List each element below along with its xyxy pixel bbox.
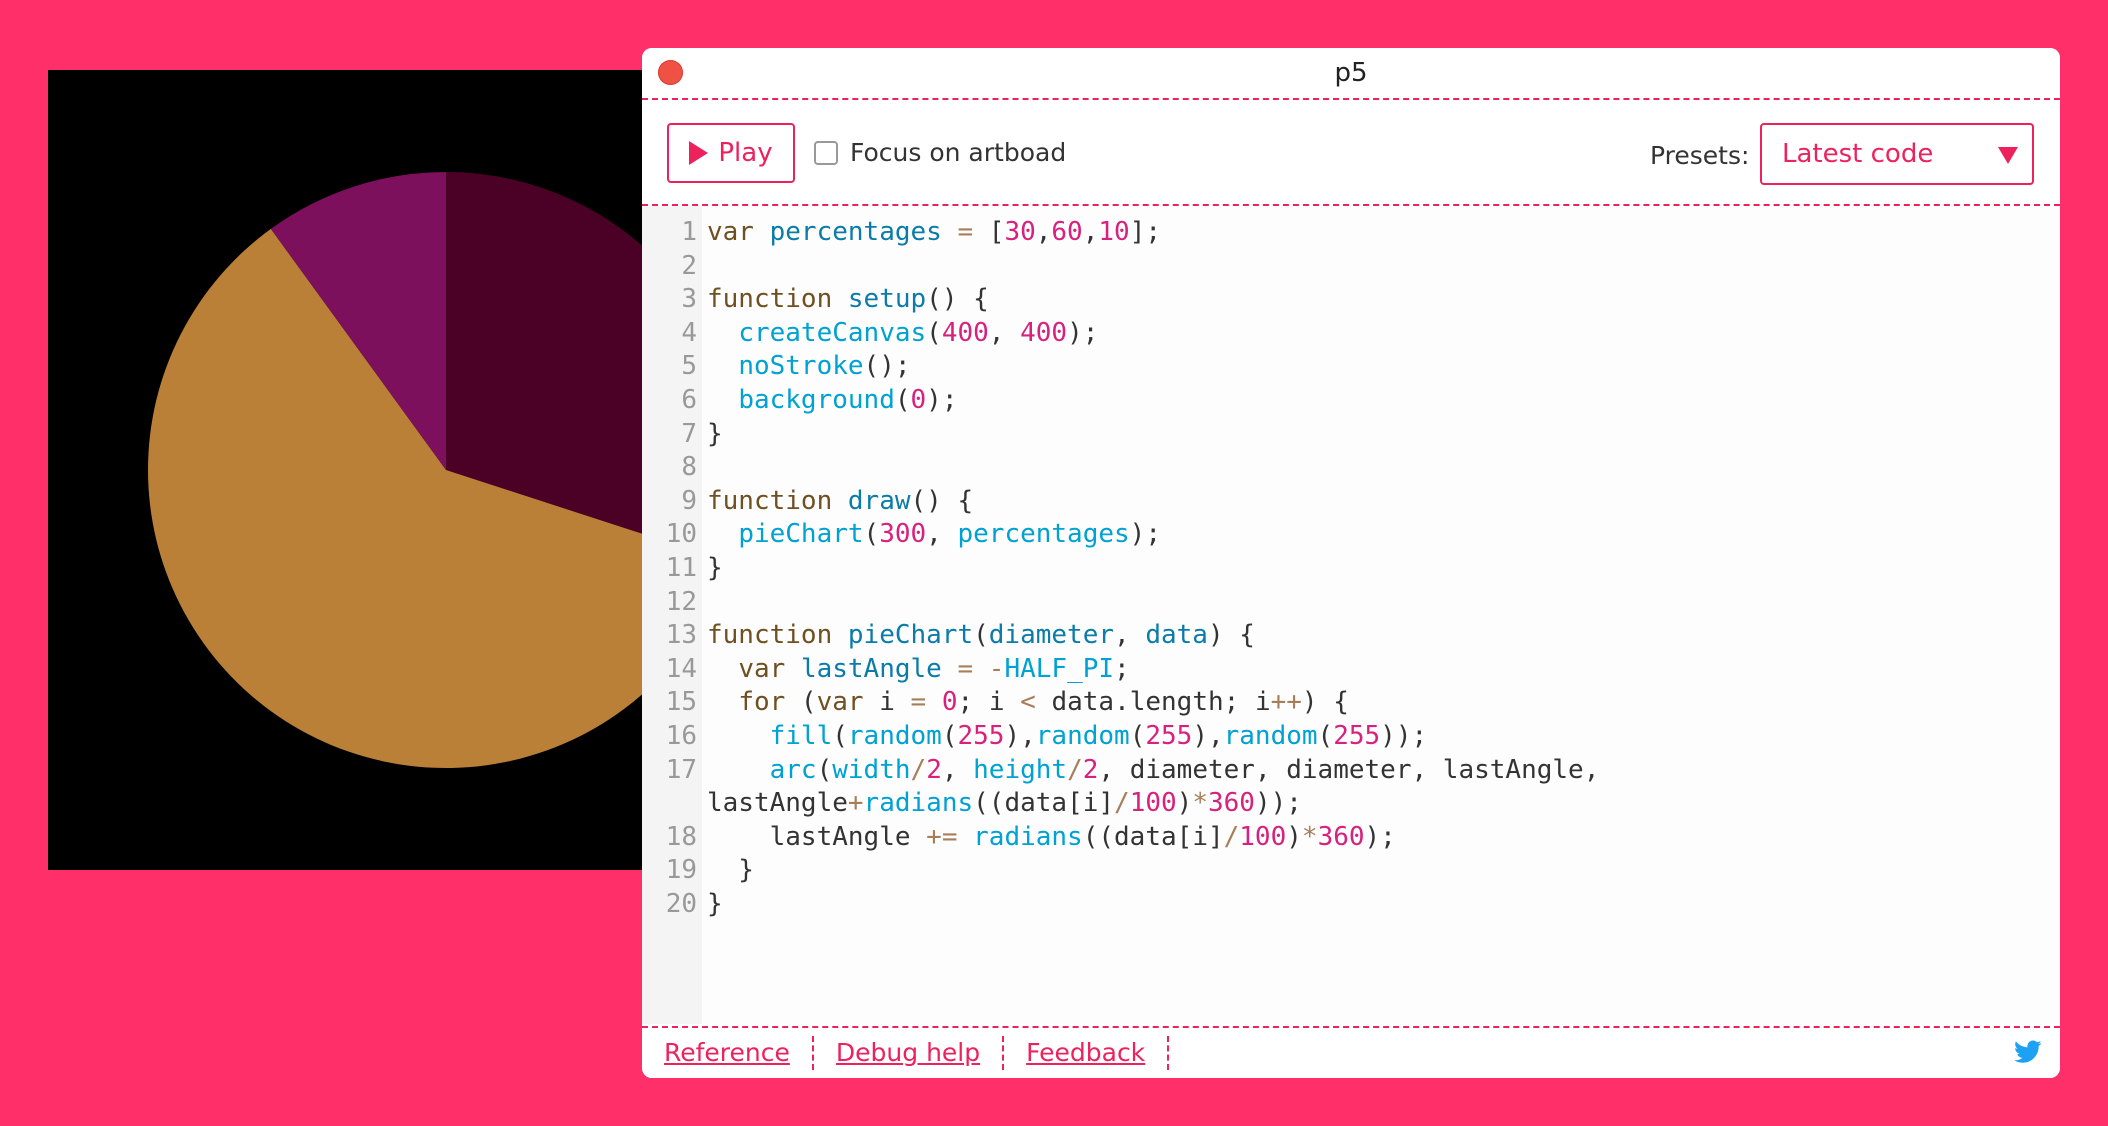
twitter-icon[interactable] (2014, 1040, 2042, 1064)
focus-label: Focus on artboad (850, 138, 1067, 167)
presets-select[interactable]: Latest code (1760, 123, 2034, 185)
play-label: Play (718, 138, 773, 168)
code-text: } (707, 418, 723, 449)
code-line[interactable]: 14 var lastAngle = -HALF_PI; (642, 653, 2060, 687)
code-text: function draw() { (707, 485, 974, 516)
code-line[interactable]: 19 } (642, 854, 2060, 888)
code-line[interactable]: 4 createCanvas(400, 400); (642, 317, 2060, 351)
play-icon (689, 141, 709, 165)
code-line[interactable]: 5 noStroke(); (642, 350, 2060, 384)
code-text: createCanvas(400, 400); (738, 317, 1099, 348)
code-line[interactable]: 15 for (var i = 0; i < data.length; i++)… (642, 686, 2060, 720)
line-number: 17 (665, 754, 697, 785)
code-line[interactable]: 9 function draw() { (642, 485, 2060, 519)
code-text: pieChart(300, percentages); (738, 519, 1161, 550)
code-editor[interactable]: 1 var percentages = [30,60,10]; 2 3 function… (642, 206, 2060, 1024)
footer: Reference Debug help Feedback (642, 1026, 2060, 1078)
code-text: fill(random(255),random(255),random(255)… (769, 720, 1428, 751)
code-text: noStroke(); (738, 351, 911, 382)
line-number: 18 (665, 821, 697, 852)
code-line[interactable]: 6 background(0); (642, 384, 2060, 418)
line-number: 13 (665, 620, 697, 651)
presets-value: Latest code (1782, 139, 1934, 169)
chevron-down-icon (1998, 147, 2018, 164)
code-line[interactable]: 18 lastAngle += radians((data[i]/100)*36… (642, 821, 2060, 855)
code-area[interactable]: 1 var percentages = [30,60,10]; 2 3 function… (642, 216, 2060, 921)
line-number: 15 (665, 687, 697, 718)
code-text: lastAngle+radians((data[i]/100)*360)); (707, 788, 1302, 819)
focus-checkbox[interactable] (814, 140, 838, 165)
line-number: 11 (665, 552, 697, 583)
code-text: function pieChart(diameter, data) { (707, 620, 1255, 651)
pie-chart (148, 172, 648, 768)
code-line[interactable]: 11} (642, 552, 2060, 586)
code-text: var percentages = [30,60,10]; (707, 217, 1161, 247)
line-number: 14 (665, 653, 697, 684)
line-number: 12 (665, 586, 697, 617)
line-number: 4 (681, 317, 697, 348)
code-text: lastAngle += radians((data[i]/100)*360); (769, 821, 1396, 852)
line-number: 19 (665, 855, 697, 886)
code-line[interactable]: 3 function setup() { (642, 283, 2060, 317)
code-line[interactable]: 8 (642, 451, 2060, 485)
focus-toggle[interactable]: Focus on artboad (814, 138, 1066, 167)
footer-link-debug-help[interactable]: Debug help (814, 1036, 1005, 1070)
line-number: 3 (681, 284, 697, 315)
line-number: 6 (681, 384, 697, 415)
line-number: 10 (665, 519, 697, 550)
artboard-canvas (48, 70, 648, 870)
code-text: background(0); (738, 384, 958, 415)
line-number: 5 (681, 351, 697, 382)
code-text: } (707, 855, 754, 886)
line-number: 7 (681, 418, 697, 449)
code-line[interactable]: 7} (642, 418, 2060, 452)
code-line[interactable]: 10 pieChart(300, percentages); (642, 518, 2060, 552)
code-line[interactable]: 16 fill(random(255),random(255),random(2… (642, 720, 2060, 754)
toolbar: Play Focus on artboad Presets: Latest co… (642, 100, 2060, 206)
code-text: } (707, 552, 723, 583)
code-line[interactable]: 2 (642, 250, 2060, 284)
line-number: 2 (681, 250, 697, 281)
footer-links: Reference Debug help Feedback (642, 1028, 1170, 1078)
footer-link-reference[interactable]: Reference (642, 1036, 814, 1070)
code-line[interactable]: 12 (642, 586, 2060, 620)
code-text: for (var i = 0; i < data.length; i++) { (738, 687, 1349, 718)
line-number: 16 (665, 720, 697, 751)
line-number: 1 (681, 217, 697, 247)
code-line[interactable]: 17 arc(width/2, height/2, diameter, diam… (642, 754, 2060, 788)
code-text: } (707, 888, 723, 919)
code-line[interactable]: 13 function pieChart(diameter, data) { (642, 619, 2060, 653)
code-text: var lastAngle = -HALF_PI; (738, 653, 1130, 684)
window-title: p5 (1334, 58, 1368, 88)
code-line[interactable]: 1 var percentages = [30,60,10]; (642, 216, 2060, 250)
code-line[interactable]: 20} (642, 888, 2060, 922)
footer-link-feedback[interactable]: Feedback (1004, 1036, 1170, 1070)
line-number: 8 (681, 452, 697, 483)
code-line-wrap[interactable]: lastAngle+radians((data[i]/100)*360)); (642, 787, 2060, 821)
play-button[interactable]: Play (667, 123, 795, 183)
code-text: function setup() { (707, 284, 989, 315)
line-number: 9 (681, 485, 697, 516)
title-bar: p5 (642, 48, 2060, 100)
line-number: 20 (665, 888, 697, 919)
presets-label: Presets: (1650, 141, 1750, 170)
code-text: arc(width/2, height/2, diameter, diamete… (769, 754, 1600, 785)
editor-window: p5 Play Focus on artboad Presets: Latest… (642, 48, 2060, 1078)
